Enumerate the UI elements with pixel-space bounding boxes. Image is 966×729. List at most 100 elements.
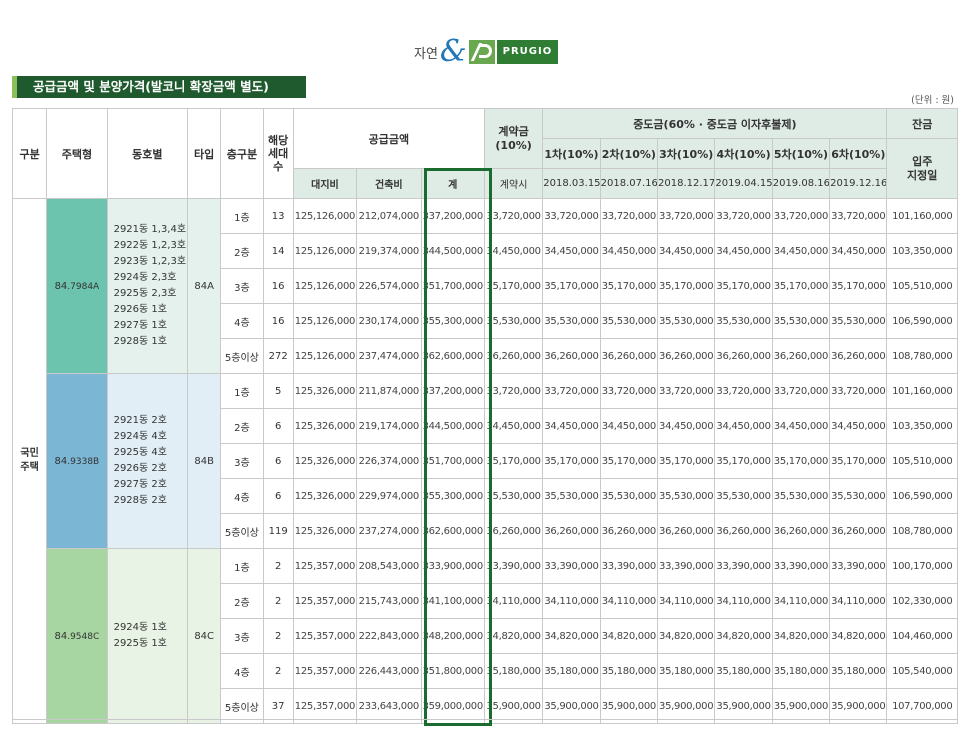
hdr-middle: 중도금(60% · 중도금 이자후불제) bbox=[542, 108, 888, 139]
middle-payment-3-cell: 35,530,000 bbox=[656, 303, 716, 339]
middle-payment-4-cell: 35,530,000 bbox=[714, 478, 773, 514]
middle-payment-1-cell: 34,450,000 bbox=[542, 233, 601, 269]
middle-payment-2-cell: 35,530,000 bbox=[599, 303, 659, 339]
balance-cell: 103,350,000 bbox=[886, 233, 958, 269]
total-cost-cell: 344,500,000 bbox=[420, 233, 485, 269]
contract-cell: 34,110,000 bbox=[483, 583, 544, 619]
type-cell: 84B bbox=[187, 373, 222, 549]
households-cell: 16 bbox=[262, 268, 294, 304]
middle-payment-3-cell: 35,170,000 bbox=[656, 268, 716, 304]
middle-payment-3-cell: 36,260,000 bbox=[656, 338, 716, 374]
hdr-mid-1-date: 2018.03.15 bbox=[542, 168, 601, 199]
floor-cell: 3층 bbox=[220, 443, 264, 479]
middle-payment-6-cell: 34,110,000 bbox=[829, 583, 888, 619]
balance-cell: 108,780,000 bbox=[886, 338, 958, 374]
middle-payment-1-cell: 36,260,000 bbox=[542, 513, 601, 549]
middle-payment-4-cell: 34,110,000 bbox=[714, 583, 773, 619]
middle-payment-2-cell: 35,530,000 bbox=[599, 478, 659, 514]
contract-cell: 35,530,000 bbox=[483, 303, 544, 339]
hdr-balance: 잔금 bbox=[886, 108, 958, 139]
hdr-housing-type: 주택형 bbox=[46, 108, 108, 199]
land-cost-cell: 125,326,000 bbox=[292, 443, 358, 479]
balance-cell: 106,590,000 bbox=[886, 303, 958, 339]
middle-payment-1-cell: 35,170,000 bbox=[542, 443, 601, 479]
building-cost-cell: 230,174,000 bbox=[356, 303, 422, 339]
middle-payment-1-cell: 33,390,000 bbox=[542, 548, 601, 584]
middle-payment-1-cell: 34,110,000 bbox=[542, 583, 601, 619]
middle-payment-4-cell: 36,260,000 bbox=[714, 513, 773, 549]
floor-cell: 5층이상 bbox=[220, 338, 264, 374]
housing-type-main: 84 bbox=[54, 280, 68, 292]
middle-payment-4-cell: 34,820,000 bbox=[714, 618, 773, 654]
middle-payment-6-cell: 35,530,000 bbox=[829, 478, 888, 514]
total-cost-cell: 337,200,000 bbox=[420, 198, 485, 234]
middle-payment-4-cell: 34,450,000 bbox=[714, 408, 773, 444]
households-cell: 119 bbox=[262, 513, 294, 549]
contract-cell: 36,260,000 bbox=[483, 338, 544, 374]
land-cost-cell: 125,357,000 bbox=[292, 653, 358, 689]
dong-ho-cell: 2921동 1,3,4호 2922동 1,2,3호 2923동 1,2,3호 2… bbox=[106, 198, 189, 374]
middle-payment-3-cell: 33,720,000 bbox=[656, 198, 716, 234]
middle-payment-2-cell: 34,450,000 bbox=[599, 233, 659, 269]
building-cost-cell: 219,374,000 bbox=[356, 233, 422, 269]
middle-payment-1-cell: 36,260,000 bbox=[542, 338, 601, 374]
contract-cell: 33,720,000 bbox=[483, 198, 544, 234]
hdr-mid-2: 2차(10%) bbox=[599, 138, 659, 169]
hdr-contract: 계약금 (10%) bbox=[483, 108, 544, 169]
middle-payment-5-cell: 34,450,000 bbox=[771, 233, 831, 269]
land-cost-cell: 125,326,000 bbox=[292, 478, 358, 514]
building-cost-cell: 215,743,000 bbox=[356, 583, 422, 619]
middle-payment-5-cell: 33,720,000 bbox=[771, 198, 831, 234]
table-row: 84.9338B 2921동 2호 2924동 4호 2925동 4호 2926동… bbox=[13, 373, 958, 549]
floor-cell: 2층 bbox=[220, 583, 264, 619]
gubun-cell: 국민 주택 bbox=[11, 198, 48, 724]
table-row: 84.9548C 2924동 1호 2925동 1호 84C 1층 2 125,357,0… bbox=[13, 548, 958, 724]
total-cost-cell: 355,300,000 bbox=[420, 303, 485, 339]
logo-jayeon-text: 자연 bbox=[414, 46, 438, 62]
type-cell: 84A bbox=[187, 198, 222, 374]
hdr-dong-ho: 동호별 bbox=[106, 108, 189, 199]
floor-cell: 2층 bbox=[220, 233, 264, 269]
middle-payment-6-cell: 33,720,000 bbox=[829, 198, 888, 234]
households-cell: 2 bbox=[262, 653, 294, 689]
hdr-mid-4: 4차(10%) bbox=[714, 138, 773, 169]
middle-payment-3-cell: 36,260,000 bbox=[656, 513, 716, 549]
contract-cell: 34,450,000 bbox=[483, 408, 544, 444]
middle-payment-2-cell: 34,450,000 bbox=[599, 408, 659, 444]
middle-payment-6-cell: 34,820,000 bbox=[829, 618, 888, 654]
middle-payment-2-cell: 36,260,000 bbox=[599, 338, 659, 374]
households-cell: 272 bbox=[262, 338, 294, 374]
middle-payment-4-cell: 36,260,000 bbox=[714, 338, 773, 374]
households-cell: 6 bbox=[262, 443, 294, 479]
gubun-text: 국민 주택 bbox=[20, 448, 39, 473]
building-cost-cell: 237,274,000 bbox=[356, 513, 422, 549]
balance-cell: 106,590,000 bbox=[886, 478, 958, 514]
contract-cell: 34,820,000 bbox=[483, 618, 544, 654]
households-cell: 13 bbox=[262, 198, 294, 234]
balance-cell: 104,460,000 bbox=[886, 618, 958, 654]
middle-payment-1-cell: 35,530,000 bbox=[542, 303, 601, 339]
contract-cell: 35,180,000 bbox=[483, 653, 544, 689]
building-cost-cell: 222,843,000 bbox=[356, 618, 422, 654]
floor-cell: 4층 bbox=[220, 653, 264, 689]
middle-payment-1-cell: 35,530,000 bbox=[542, 478, 601, 514]
hdr-mid-1: 1차(10%) bbox=[542, 138, 601, 169]
building-cost-cell: 212,074,000 bbox=[356, 198, 422, 234]
table-bottom-line bbox=[12, 719, 958, 720]
households-cell: 2 bbox=[262, 583, 294, 619]
middle-payment-4-cell: 33,720,000 bbox=[714, 198, 773, 234]
households-cell: 6 bbox=[262, 478, 294, 514]
hdr-supply: 공급금액 bbox=[292, 108, 485, 169]
balance-cell: 105,510,000 bbox=[886, 443, 958, 479]
price-table: 구분 주택형 동호별 타입 층구분 해당 세대 수 공급금액 계약금 (10%)… bbox=[11, 108, 958, 724]
middle-payment-6-cell: 35,170,000 bbox=[829, 268, 888, 304]
middle-payment-5-cell: 36,260,000 bbox=[771, 338, 831, 374]
middle-payment-1-cell: 34,820,000 bbox=[542, 618, 601, 654]
logo-ampersand: & bbox=[439, 34, 467, 69]
hdr-balance-when: 입주 지정일 bbox=[886, 138, 958, 199]
middle-payment-5-cell: 35,530,000 bbox=[771, 303, 831, 339]
total-cost-cell: 351,800,000 bbox=[420, 653, 485, 689]
middle-payment-2-cell: 34,820,000 bbox=[599, 618, 659, 654]
middle-payment-6-cell: 35,180,000 bbox=[829, 653, 888, 689]
housing-type-suffix: .7984A bbox=[67, 281, 100, 292]
